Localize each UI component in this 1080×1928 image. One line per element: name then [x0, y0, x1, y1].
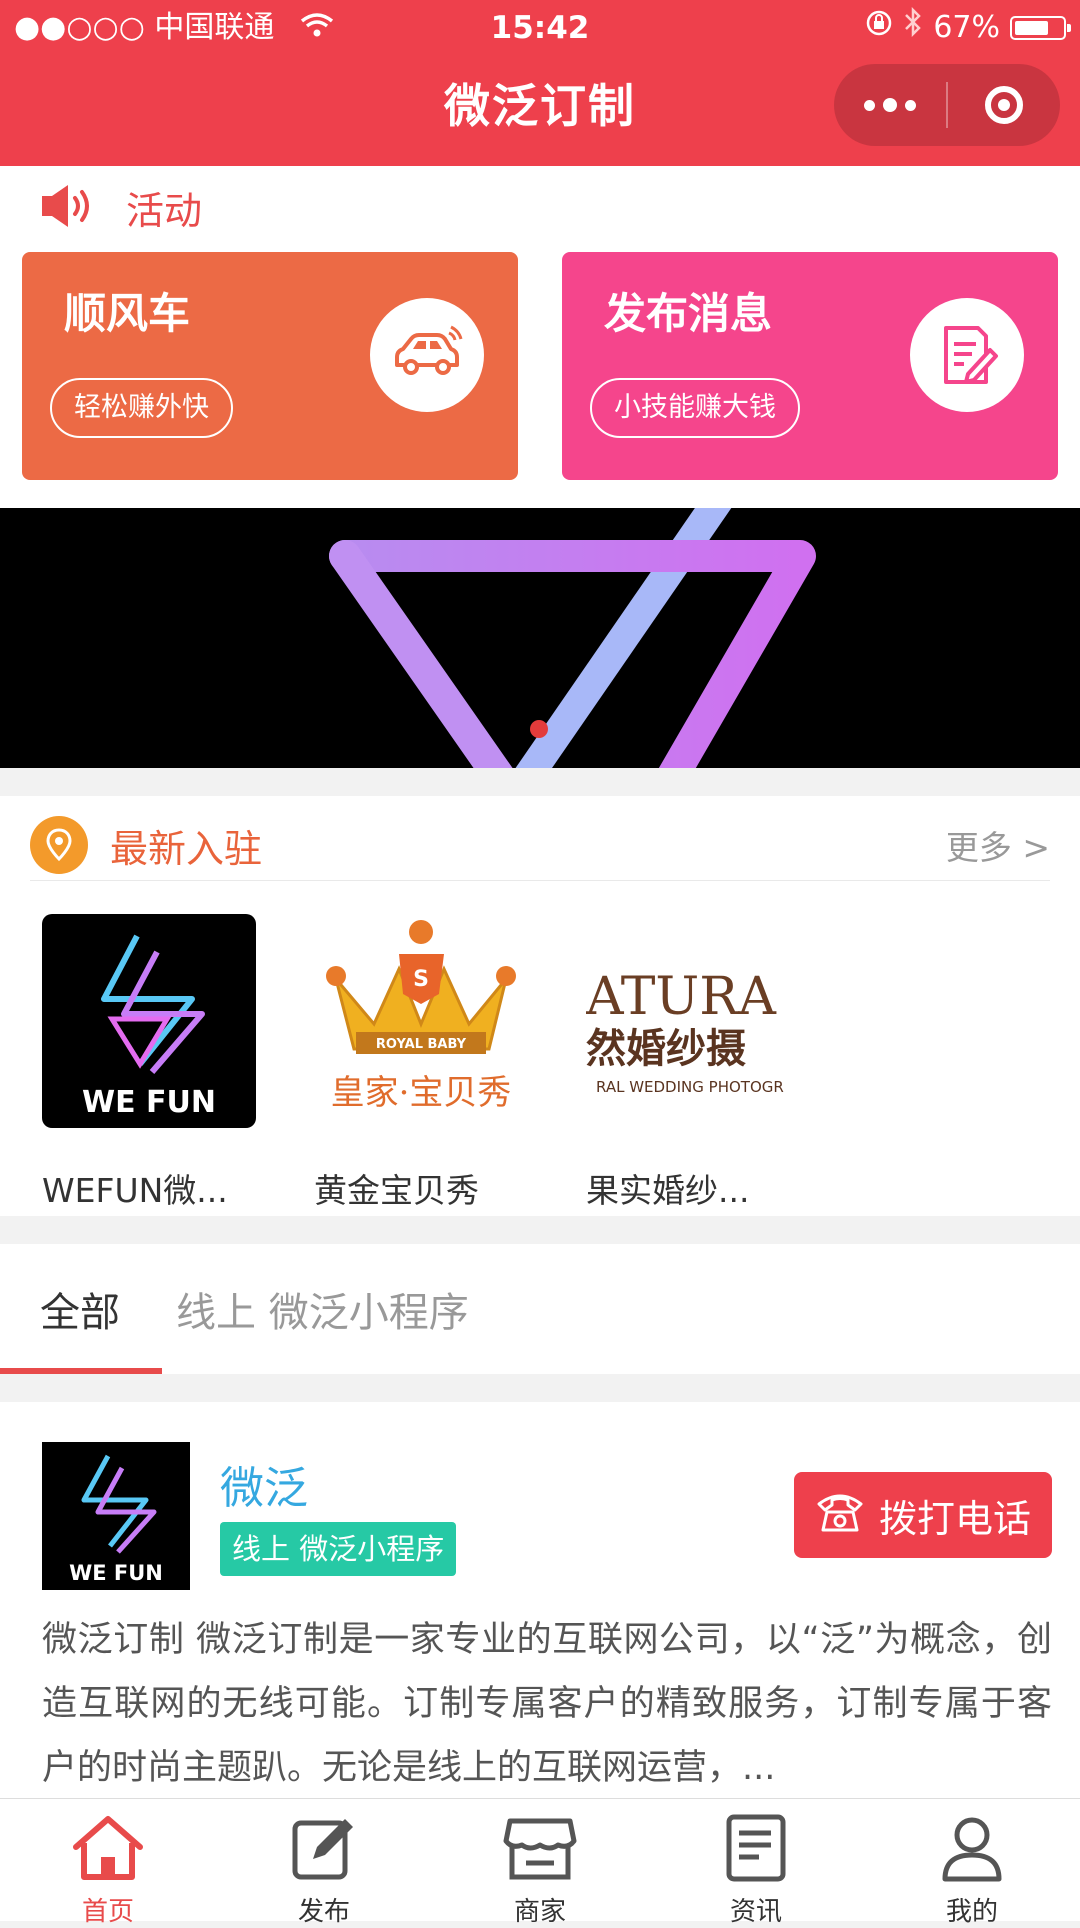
activity-header: 活动 [40, 180, 202, 235]
svg-text:ROYAL BABY: ROYAL BABY [376, 1037, 467, 1052]
svg-text:ATURA: ATURA [586, 967, 777, 1027]
mini-program-capsule [834, 64, 1060, 146]
svg-text:RAL WEDDING PHOTOGR: RAL WEDDING PHOTOGR [596, 1078, 784, 1096]
active-tab-indicator [0, 1368, 162, 1374]
post-message-card[interactable]: 发布消息 小技能赚大钱 [562, 252, 1058, 480]
battery-percent: 67% [933, 10, 1000, 45]
merchant-logo: S ROYAL BABY 皇家·宝贝秀 [314, 914, 528, 1128]
header-bar: ●●○○○ 中国联通 15:42 67% 微泛订制 [0, 0, 1080, 166]
tab-home[interactable]: 首页 [0, 1799, 216, 1927]
card-title: 顺风车 [64, 289, 191, 338]
section-title: 最新入驻 [110, 826, 263, 871]
newest-merchants-section: 最新入驻 更多 > WE FUN WEFUN微... S ROYAL BABY … [0, 796, 1080, 1216]
merchant-item-wefun[interactable]: WE FUN WEFUN微... [42, 914, 256, 1212]
listing-description: 微泛订制 微泛订制是一家专业的互联网公司，以“泛”为概念，创造互联网的无线可能。… [42, 1620, 1052, 1788]
edit-icon [289, 1813, 359, 1887]
phone-icon [815, 1488, 865, 1543]
call-label: 拨打电话 [878, 1496, 1031, 1541]
card-subtitle-pill: 轻松赚外快 [50, 378, 233, 438]
target-icon [985, 86, 1023, 124]
tab-profile[interactable]: 我的 [864, 1799, 1080, 1927]
merchant-name: 果实婚纱... [586, 1171, 750, 1210]
merchant-name: 黄金宝贝秀 [314, 1171, 479, 1210]
speaker-icon [40, 182, 96, 234]
card-subtitle-pill: 小技能赚大钱 [590, 378, 800, 438]
home-icon [68, 1813, 148, 1887]
carousel-indicator[interactable] [530, 720, 548, 738]
merchant-listing-card[interactable]: WE FUN 微泛 线上 微泛小程序 拨打电话 微泛订制 微泛订制是一家专业的互… [0, 1402, 1080, 1798]
tab-all[interactable]: 全部 [40, 1280, 120, 1338]
merchant-logo: WE FUN [42, 914, 256, 1128]
edit-document-icon [910, 298, 1024, 412]
tab-label: 我的 [945, 1897, 998, 1927]
call-button[interactable]: 拨打电话 [794, 1472, 1052, 1558]
svg-text:皇家·宝贝秀: 皇家·宝贝秀 [331, 1073, 512, 1113]
tab-label: 首页 [81, 1897, 134, 1927]
store-icon [502, 1813, 578, 1887]
tab-online-mini-program[interactable]: 线上 微泛小程序 [176, 1280, 469, 1338]
bottom-tab-bar: 首页 发布 商家 资讯 我的 [0, 1798, 1080, 1927]
activity-label: 活动 [126, 189, 203, 233]
rideshare-card[interactable]: 顺风车 轻松赚外快 [22, 252, 518, 480]
svg-text:S: S [413, 967, 429, 992]
user-icon [937, 1813, 1007, 1887]
tab-label: 资讯 [729, 1897, 782, 1927]
activity-section: 活动 顺风车 轻松赚外快 发布消息 小技能赚大钱 [0, 166, 1080, 508]
category-tabs: 全部 线上 微泛小程序 [0, 1244, 1080, 1374]
car-icon [370, 298, 484, 412]
tab-post[interactable]: 发布 [216, 1799, 432, 1927]
svg-text:然婚纱摄: 然婚纱摄 [586, 1025, 746, 1072]
merchant-name: WEFUN微... [42, 1171, 228, 1210]
listing-name[interactable]: 微泛 [220, 1452, 308, 1516]
tab-news[interactable]: 资讯 [648, 1799, 864, 1927]
merchant-logo: ATURA 然婚纱摄 RAL WEDDING PHOTOGR [586, 914, 800, 1128]
news-icon [721, 1813, 791, 1887]
listing-logo: WE FUN [42, 1442, 190, 1590]
more-options-button[interactable] [834, 98, 946, 112]
svg-text:WE FUN: WE FUN [69, 1561, 163, 1585]
listing-tag: 线上 微泛小程序 [220, 1522, 457, 1576]
promo-banner[interactable] [0, 508, 1080, 768]
battery-icon [1010, 16, 1071, 40]
tab-merchants[interactable]: 商家 [432, 1799, 648, 1927]
svg-text:WE FUN: WE FUN [82, 1085, 216, 1120]
newest-header: 最新入驻 更多 > [30, 810, 1050, 881]
location-pin-icon [30, 816, 88, 874]
bluetooth-icon [903, 6, 923, 50]
rotation-lock-icon [865, 6, 893, 50]
more-link[interactable]: 更多 > [946, 821, 1050, 869]
status-right: 67% [865, 6, 1071, 50]
card-title: 发布消息 [604, 289, 773, 338]
merchant-item-wedding[interactable]: ATURA 然婚纱摄 RAL WEDDING PHOTOGR 果实婚纱... [586, 914, 800, 1212]
tab-label: 发布 [297, 1897, 350, 1927]
merchant-item-royal-baby[interactable]: S ROYAL BABY 皇家·宝贝秀 黄金宝贝秀 [314, 914, 528, 1212]
tab-label: 商家 [513, 1897, 566, 1927]
close-program-button[interactable] [948, 86, 1060, 124]
